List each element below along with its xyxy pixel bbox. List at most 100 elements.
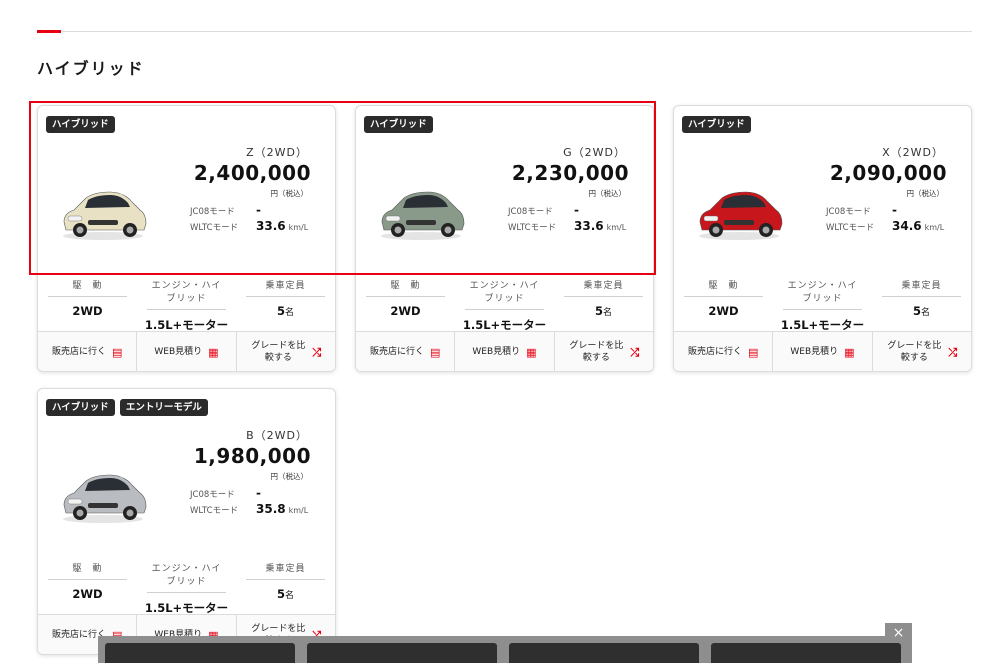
grade-card-x: ハイブリッド X（2WD） 2,090,000 円（税込） JC08モード - WLTCモー…: [673, 105, 972, 372]
compare-grade-button[interactable]: グレードを比較する ⤮: [237, 332, 335, 371]
web-estimate-button[interactable]: WEB見積り ▦: [773, 332, 873, 371]
compare-grade-button[interactable]: グレードを比較する ⤮: [555, 332, 653, 371]
badge: エントリーモデル: [119, 399, 208, 417]
bottom-bar-button-2[interactable]: [307, 643, 497, 663]
spec-column: 乗車定員 5名: [554, 274, 653, 324]
spec-header: 乗車定員: [246, 278, 325, 297]
badge: ハイブリッド: [46, 116, 115, 134]
wltc-value: 33.6: [256, 219, 286, 233]
spec-column: エンジン・ハイブリッド 1.5L+モーター: [137, 274, 236, 332]
jc08-label: JC08モード: [508, 207, 553, 217]
shuffle-icon: ⤮: [948, 345, 958, 359]
spec-column: 駆 動 2WD: [38, 274, 137, 324]
spec-value: 5名: [912, 304, 931, 318]
dealer-button[interactable]: 販売店に行く ▤: [674, 332, 774, 371]
grade-card-g: ハイブリッド G（2WD） 2,230,000 円（税込） JC08モード - WLTCモー…: [355, 105, 654, 372]
grade-name: Z（2WD）: [246, 146, 308, 159]
spec-column: 乗車定員 5名: [236, 557, 335, 607]
spec-table: 駆 動 2WD エンジン・ハイブリッド 1.5L+モーター 乗車定員 5名: [38, 557, 335, 615]
wltc-value: 34.6: [892, 219, 922, 233]
price-unit: 円（税込）: [588, 189, 627, 198]
jc08-label: JC08モード: [826, 207, 871, 217]
web-estimate-button[interactable]: WEB見積り ▦: [455, 332, 555, 371]
estimate-label: WEB見積り: [790, 346, 839, 357]
card-actions: 販売店に行く ▤ WEB見積り ▦ グレードを比較する ⤮: [356, 331, 653, 371]
car-image: [58, 463, 148, 525]
jc08-row: JC08モード -: [826, 203, 897, 217]
compare-label: グレードを比較する: [251, 341, 306, 363]
section-title: ハイブリッド: [37, 59, 145, 78]
spec-value: 2WD: [72, 587, 103, 601]
spec-header: エンジン・ハイブリッド: [147, 561, 226, 593]
badge-group: ハイブリッド: [46, 116, 115, 134]
price-unit: 円（税込）: [270, 472, 309, 481]
jc08-value: -: [574, 203, 579, 217]
spec-header: 駆 動: [48, 561, 127, 580]
grade-card-b: ハイブリッド エントリーモデル B（2WD） 1,980,000 円（税込） JC08モー…: [37, 388, 336, 655]
spec-header: 乗車定員: [564, 278, 643, 297]
grade-name: G（2WD）: [563, 146, 626, 159]
dealer-button[interactable]: 販売店に行く ▤: [356, 332, 456, 371]
calculator-icon: ▦: [844, 345, 855, 359]
spec-header: 乗車定員: [246, 561, 325, 580]
price: 2,400,000: [193, 161, 311, 185]
compare-label: グレードを比較する: [569, 341, 624, 363]
spec-header: 乗車定員: [882, 278, 961, 297]
jc08-label: JC08モード: [190, 207, 235, 217]
estimate-label: WEB見積り: [154, 346, 203, 357]
grade-name: B（2WD）: [246, 429, 308, 442]
spec-column: 駆 動 2WD: [38, 557, 137, 607]
wltc-row: WLTCモード 33.6 km/L: [508, 219, 626, 233]
shuffle-icon: ⤮: [630, 345, 640, 359]
compare-label: グレードを比較する: [887, 341, 942, 363]
close-icon[interactable]: ×: [885, 623, 912, 643]
wltc-value: 33.6: [574, 219, 604, 233]
badge: ハイブリッド: [364, 116, 433, 134]
price-unit: 円（税込）: [906, 189, 945, 198]
wltc-label: WLTCモード: [190, 506, 239, 516]
wltc-unit: km/L: [288, 506, 309, 515]
spec-value: 2WD: [390, 304, 421, 318]
spec-suffix: 名: [285, 591, 295, 601]
car-image: [376, 180, 466, 242]
wltc-label: WLTCモード: [508, 223, 557, 233]
spec-column: 乗車定員 5名: [236, 274, 335, 324]
spec-value: 2WD: [72, 304, 103, 318]
jc08-row: JC08モード -: [190, 203, 261, 217]
jc08-value: -: [256, 486, 261, 500]
dealer-label: 販売店に行く: [687, 346, 742, 357]
wltc-label: WLTCモード: [826, 223, 875, 233]
spec-column: エンジン・ハイブリッド 1.5L+モーター: [773, 274, 872, 332]
jc08-value: -: [892, 203, 897, 217]
bottom-bar-button-3[interactable]: [509, 643, 699, 663]
compare-grade-button[interactable]: グレードを比較する ⤮: [873, 332, 971, 371]
section-divider-accent: [37, 30, 61, 33]
spec-suffix: 名: [285, 308, 295, 318]
spec-value: 5名: [594, 304, 613, 318]
jc08-label: JC08モード: [190, 490, 235, 500]
spec-column: 駆 動 2WD: [674, 274, 773, 324]
spec-header: 駆 動: [48, 278, 127, 297]
spec-suffix: 名: [603, 308, 613, 318]
spec-table: 駆 動 2WD エンジン・ハイブリッド 1.5L+モーター 乗車定員 5名: [38, 274, 335, 332]
grade-card-z: ハイブリッド Z（2WD） 2,400,000 円（税込） JC08モード - WLTCモー…: [37, 105, 336, 372]
wltc-unit: km/L: [606, 223, 627, 232]
spec-suffix: 名: [921, 308, 931, 318]
wltc-row: WLTCモード 35.8 km/L: [190, 502, 308, 516]
dealer-button[interactable]: 販売店に行く ▤: [38, 332, 138, 371]
spec-column: 乗車定員 5名: [872, 274, 971, 324]
spec-column: エンジン・ハイブリッド 1.5L+モーター: [455, 274, 554, 332]
bottom-bar-button-4[interactable]: [711, 643, 901, 663]
badge-group: ハイブリッド: [364, 116, 433, 134]
wltc-row: WLTCモード 33.6 km/L: [190, 219, 308, 233]
badge: ハイブリッド: [46, 399, 115, 417]
grade-name: X（2WD）: [882, 146, 944, 159]
price: 1,980,000: [193, 444, 311, 468]
bottom-bar-button-1[interactable]: [105, 643, 295, 663]
web-estimate-button[interactable]: WEB見積り ▦: [137, 332, 237, 371]
badge-group: ハイブリッド: [682, 116, 751, 134]
price-unit: 円（税込）: [270, 189, 309, 198]
store-icon: ▤: [429, 345, 441, 359]
car-image: [58, 180, 148, 242]
spec-value: 5名: [276, 587, 295, 601]
